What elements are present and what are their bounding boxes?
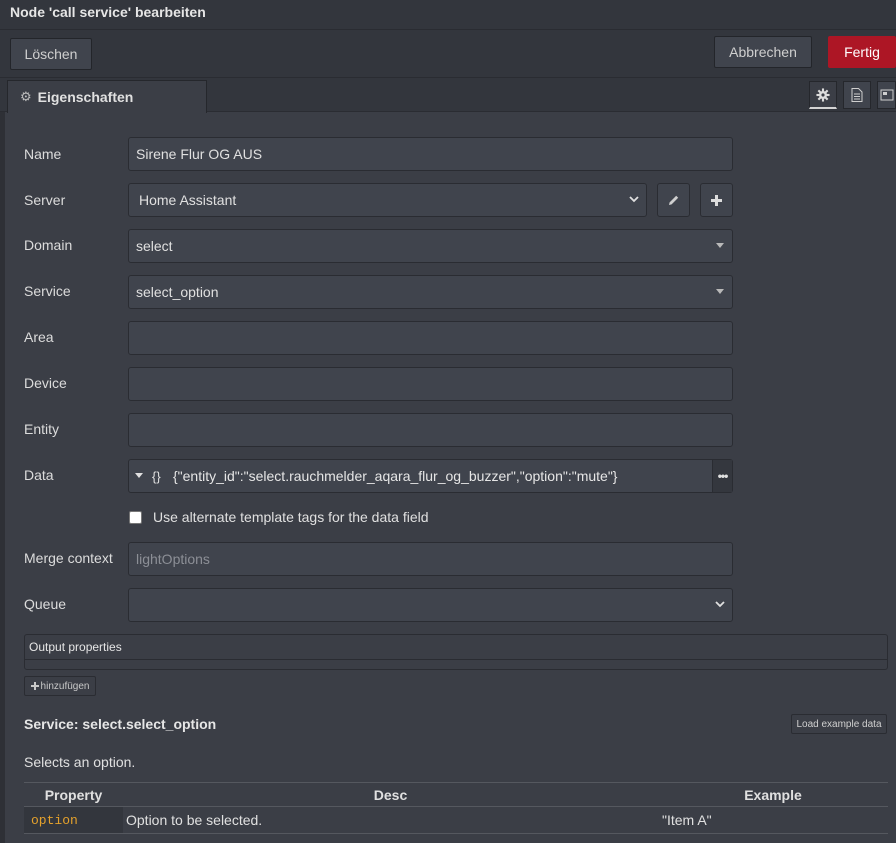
table-row: option Option to be selected. "Item A" — [24, 806, 888, 834]
name-label: Name — [24, 146, 62, 162]
dialog-titlebar: Node 'call service' bearbeiten — [0, 0, 896, 30]
example-cell: "Item A" — [658, 806, 888, 834]
property-cell: option — [24, 806, 123, 834]
domain-combobox[interactable]: select — [128, 229, 733, 263]
gear-icon: ⚙ — [20, 89, 32, 104]
entity-label: Entity — [24, 421, 60, 437]
layout-icon — [880, 89, 893, 101]
device-input[interactable] — [128, 367, 733, 401]
column-header-desc: Desc — [123, 782, 658, 807]
service-value: select_option — [136, 284, 219, 300]
plus-icon — [30, 682, 39, 690]
merge-context-label: Merge context — [24, 550, 113, 566]
server-value: Home Assistant — [139, 192, 237, 208]
alt-template-row: Use alternate template tags for the data… — [129, 509, 429, 525]
data-type-selector[interactable]: {} — [129, 460, 171, 492]
tab-appearance[interactable] — [877, 81, 896, 109]
service-info-title: Service: select.select_option — [24, 716, 217, 732]
add-output-property-button[interactable]: hinzufügen — [24, 676, 96, 696]
area-input[interactable] — [128, 321, 733, 355]
delete-button[interactable]: Löschen — [10, 38, 92, 70]
service-label: Service — [24, 283, 71, 299]
domain-label: Domain — [24, 237, 73, 253]
tab-properties-label: Eigenschaften — [37, 89, 134, 105]
queue-select[interactable] — [128, 588, 733, 622]
alt-template-checkbox[interactable] — [129, 510, 142, 524]
area-label: Area — [24, 329, 54, 345]
tab-properties[interactable]: ⚙ Eigenschaften — [7, 80, 207, 113]
merge-context-input[interactable]: lightOptions — [128, 542, 733, 576]
table-header-row: Property Desc Example — [24, 782, 888, 807]
service-properties-table: Property Desc Example option Option to b… — [24, 782, 888, 834]
output-properties-list: Output properties — [24, 634, 888, 670]
entity-input[interactable] — [128, 413, 733, 447]
cancel-button[interactable]: Abbrechen — [714, 36, 812, 68]
alt-template-label: Use alternate template tags for the data… — [153, 509, 429, 525]
add-server-button[interactable] — [700, 183, 733, 217]
caret-down-icon — [716, 243, 724, 248]
document-icon — [851, 88, 863, 102]
name-value: Sirene Flur OG AUS — [136, 146, 263, 162]
panel-left-edge — [0, 112, 5, 843]
gear-icon — [816, 87, 830, 102]
data-expand-button[interactable]: ••• — [712, 460, 732, 492]
dialog-title: Node 'call service' bearbeiten — [10, 4, 206, 20]
tab-description[interactable] — [843, 81, 871, 109]
data-value[interactable]: {"entity_id":"select.rauchmelder_aqara_f… — [173, 460, 708, 492]
name-input[interactable]: Sirene Flur OG AUS — [128, 137, 733, 171]
data-label: Data — [24, 467, 54, 483]
pencil-icon — [668, 195, 678, 205]
queue-label: Queue — [24, 596, 67, 612]
server-select[interactable]: Home Assistant — [128, 183, 647, 217]
json-type-icon: {} — [152, 468, 161, 484]
merge-context-placeholder: lightOptions — [136, 551, 210, 567]
dialog-toolbar: Löschen Abbrechen Fertig — [0, 30, 896, 78]
chevron-down-icon — [629, 196, 639, 203]
column-header-property: Property — [24, 782, 123, 807]
data-typed-input[interactable]: {} {"entity_id":"select.rauchmelder_aqar… — [128, 459, 733, 493]
domain-value: select — [136, 238, 173, 254]
edit-server-button[interactable] — [657, 183, 690, 217]
chevron-down-icon — [715, 601, 725, 608]
tab-bar: ⚙ Eigenschaften — [0, 78, 896, 113]
service-combobox[interactable]: select_option — [128, 275, 733, 309]
caret-down-icon — [716, 289, 724, 294]
output-properties-header: Output properties — [25, 635, 887, 660]
device-label: Device — [24, 375, 67, 391]
service-description: Selects an option. — [24, 754, 136, 770]
server-label: Server — [24, 192, 66, 208]
done-button[interactable]: Fertig — [828, 36, 896, 68]
plus-icon — [711, 194, 722, 206]
load-example-button[interactable]: Load example data — [791, 714, 887, 734]
caret-down-icon — [135, 473, 143, 478]
desc-cell: Option to be selected. — [123, 806, 658, 834]
ellipsis-icon: ••• — [717, 469, 729, 483]
add-output-property-label: hinzufügen — [40, 680, 90, 692]
column-header-example: Example — [658, 782, 888, 807]
tab-settings[interactable] — [809, 81, 837, 109]
